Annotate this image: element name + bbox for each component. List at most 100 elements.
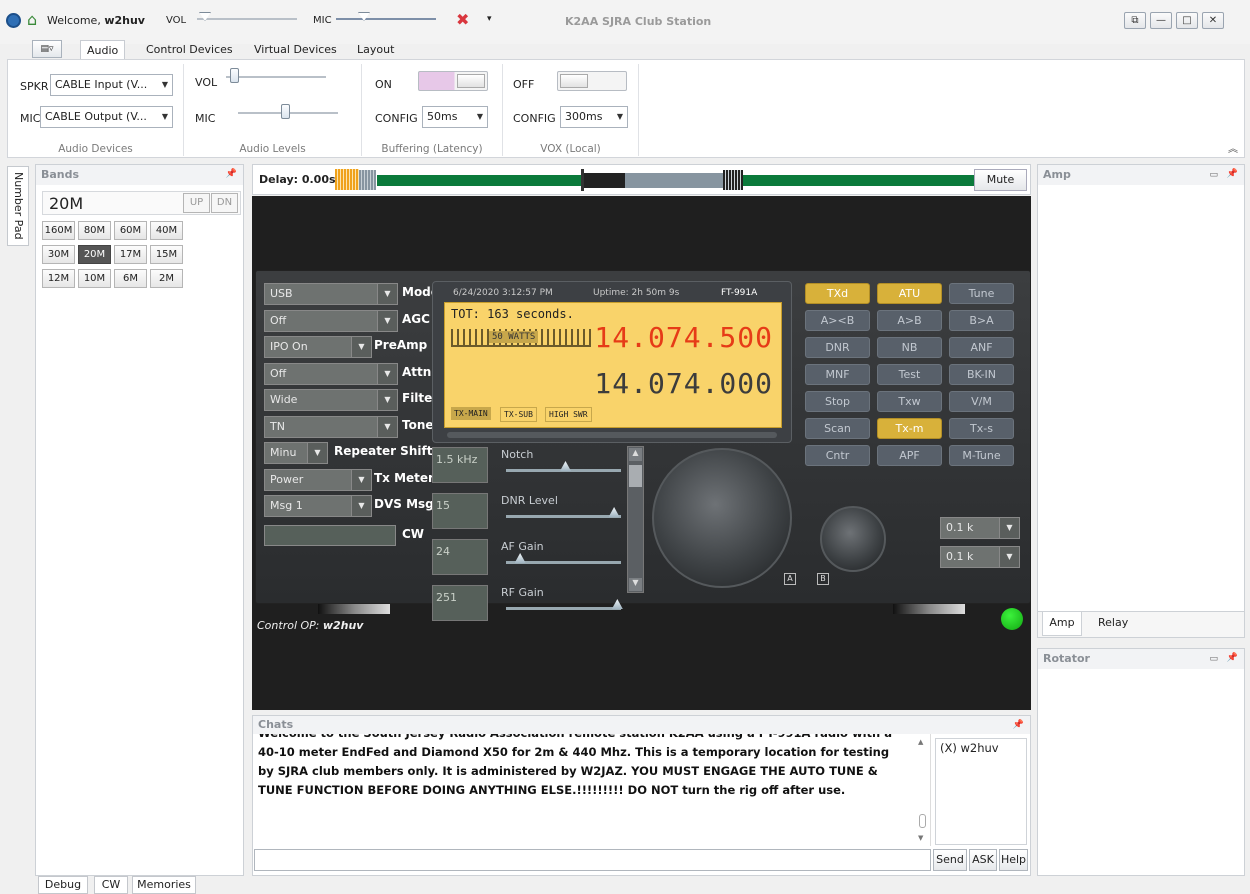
knob-slider-thumb[interactable]: [608, 507, 620, 517]
tab-memories[interactable]: Memories: [132, 876, 196, 894]
pin-icon[interactable]: 📌: [1227, 653, 1238, 663]
app-menu-icon[interactable]: [6, 13, 21, 28]
tab-layout[interactable]: Layout: [351, 40, 400, 60]
buffer-toggle[interactable]: [418, 71, 488, 91]
cw-input[interactable]: [264, 525, 396, 546]
radio-select-tx-meter[interactable]: Power ▼: [264, 468, 372, 491]
band-button-80m[interactable]: 80M: [78, 221, 111, 240]
tab-amp[interactable]: Amp: [1042, 612, 1082, 636]
radio-button-txw[interactable]: Txw: [877, 391, 942, 412]
radio-button-tx-m[interactable]: Tx-m: [877, 418, 942, 439]
radio-button-cntr[interactable]: Cntr: [805, 445, 870, 466]
radio-select-mode[interactable]: USB ▼: [264, 283, 398, 305]
step-select-1[interactable]: 0.1 k ▼: [940, 517, 1020, 539]
mic-device-select[interactable]: CABLE Output (V... ▼: [40, 106, 173, 128]
title-vol-slider[interactable]: [197, 12, 297, 26]
tab-relay[interactable]: Relay: [1098, 616, 1128, 629]
radio-button-mnf[interactable]: MNF: [805, 364, 870, 385]
radio-select-agc[interactable]: Off ▼: [264, 309, 398, 332]
band-button-40m[interactable]: 40M: [150, 221, 183, 240]
tab-cw[interactable]: CW: [94, 876, 128, 894]
radio-button-stop[interactable]: Stop: [805, 391, 870, 412]
radio-select-filter[interactable]: Wide ▼: [264, 389, 398, 411]
band-button-2m[interactable]: 2M: [150, 269, 183, 288]
radio-button-v-m[interactable]: V/M: [949, 391, 1014, 412]
radio-select-repeater-shift[interactable]: Minu ▼: [264, 442, 328, 464]
radio-button-txd[interactable]: TXd: [805, 283, 870, 304]
radio-button-test[interactable]: Test: [877, 364, 942, 385]
radio-button-anf[interactable]: ANF: [949, 337, 1014, 358]
chat-input[interactable]: [254, 849, 931, 871]
band-up-button[interactable]: UP: [183, 193, 210, 213]
mute-button[interactable]: Mute: [974, 169, 1027, 191]
radio-button-bk-in[interactable]: BK-IN: [949, 364, 1014, 385]
app-menu-button[interactable]: ▤▿: [32, 40, 62, 58]
tab-virtual-devices[interactable]: Virtual Devices: [248, 40, 343, 60]
tab-control-devices[interactable]: Control Devices: [140, 40, 239, 60]
radio-button-a-b[interactable]: A>B: [877, 310, 942, 331]
pin-icon[interactable]: 📌: [226, 169, 237, 179]
band-button-15m[interactable]: 15M: [150, 245, 183, 264]
delay-handle[interactable]: [581, 169, 584, 191]
radio-button-m-tune[interactable]: M-Tune: [949, 445, 1014, 466]
knob-list-scrollbar[interactable]: ▲ ▼: [627, 446, 644, 593]
radio-button-tune[interactable]: Tune: [949, 283, 1014, 304]
band-button-10m[interactable]: 10M: [78, 269, 111, 288]
band-button-30m[interactable]: 30M: [42, 245, 75, 264]
knob-value-dnr-level[interactable]: 15: [432, 493, 488, 529]
main-tuning-knob[interactable]: [652, 448, 792, 588]
band-button-6m[interactable]: 6M: [114, 269, 147, 288]
send-button[interactable]: Send: [933, 849, 967, 871]
side-tab-number-pad[interactable]: Number Pad: [7, 166, 29, 246]
radio-button-b-a[interactable]: B>A: [949, 310, 1014, 331]
band-button-12m[interactable]: 12M: [42, 269, 75, 288]
tab-audio[interactable]: Audio: [80, 40, 126, 60]
tab-debug[interactable]: Debug: [38, 876, 88, 894]
radio-button-tx-s[interactable]: Tx-s: [949, 418, 1014, 439]
maximize-panel-icon[interactable]: ▭: [1209, 654, 1218, 664]
maximize-panel-icon[interactable]: ▭: [1209, 170, 1218, 180]
collapse-ribbon-icon[interactable]: ︽: [1228, 140, 1238, 155]
band-button-20m[interactable]: 20M: [78, 245, 111, 264]
knob-slider-thumb[interactable]: [560, 461, 571, 471]
title-mic-slider[interactable]: [336, 12, 436, 26]
close-button[interactable]: ✕: [1202, 12, 1224, 29]
knob-value-af-gain[interactable]: 24: [432, 539, 488, 575]
close-x-icon[interactable]: ✖: [456, 10, 469, 29]
radio-button-nb[interactable]: NB: [877, 337, 942, 358]
radio-button-scan[interactable]: Scan: [805, 418, 870, 439]
chat-scrollbar[interactable]: ▲ ▼: [916, 738, 928, 842]
knob-slider-track[interactable]: [506, 515, 621, 518]
home-icon[interactable]: ⌂: [27, 10, 37, 29]
radio-select-tone[interactable]: TN ▼: [264, 415, 398, 438]
knob-slider-track[interactable]: [506, 607, 621, 610]
band-down-button[interactable]: DN: [211, 193, 238, 213]
radio-button-atu[interactable]: ATU: [877, 283, 942, 304]
step-select-2[interactable]: 0.1 k ▼: [940, 546, 1020, 568]
band-button-60m[interactable]: 60M: [114, 221, 147, 240]
sub-tuning-knob[interactable]: [820, 506, 886, 572]
vox-config-select[interactable]: 300ms ▼: [560, 106, 628, 128]
pin-icon[interactable]: 📌: [1013, 720, 1024, 730]
radio-button-apf[interactable]: APF: [877, 445, 942, 466]
band-button-160m[interactable]: 160M: [42, 221, 75, 240]
radio-button-a-b[interactable]: A><B: [805, 310, 870, 331]
maximize-button[interactable]: □: [1176, 12, 1198, 29]
user-list-item[interactable]: (X) w2huv: [940, 741, 999, 755]
restore-layout-button[interactable]: ⧉: [1124, 12, 1146, 29]
minimize-button[interactable]: —: [1150, 12, 1172, 29]
pin-icon[interactable]: 📌: [1227, 169, 1238, 179]
quick-access-dropdown-icon[interactable]: ▾: [487, 14, 492, 24]
vol-level-slider[interactable]: [226, 68, 326, 86]
radio-select-attn[interactable]: Off ▼: [264, 362, 398, 385]
knob-slider-thumb[interactable]: [514, 553, 526, 563]
buffer-config-select[interactable]: 50ms ▼: [422, 106, 488, 128]
knob-value-rf-gain[interactable]: 251: [432, 585, 488, 621]
radio-button-dnr[interactable]: DNR: [805, 337, 870, 358]
knob-value-notch[interactable]: 1.5 kHz: [432, 447, 488, 483]
ask-button[interactable]: ASK: [969, 849, 997, 871]
help-button[interactable]: Help: [999, 849, 1028, 871]
mic-level-slider[interactable]: [238, 104, 338, 122]
band-button-17m[interactable]: 17M: [114, 245, 147, 264]
radio-select-preamp[interactable]: IPO On ▼: [264, 336, 372, 358]
